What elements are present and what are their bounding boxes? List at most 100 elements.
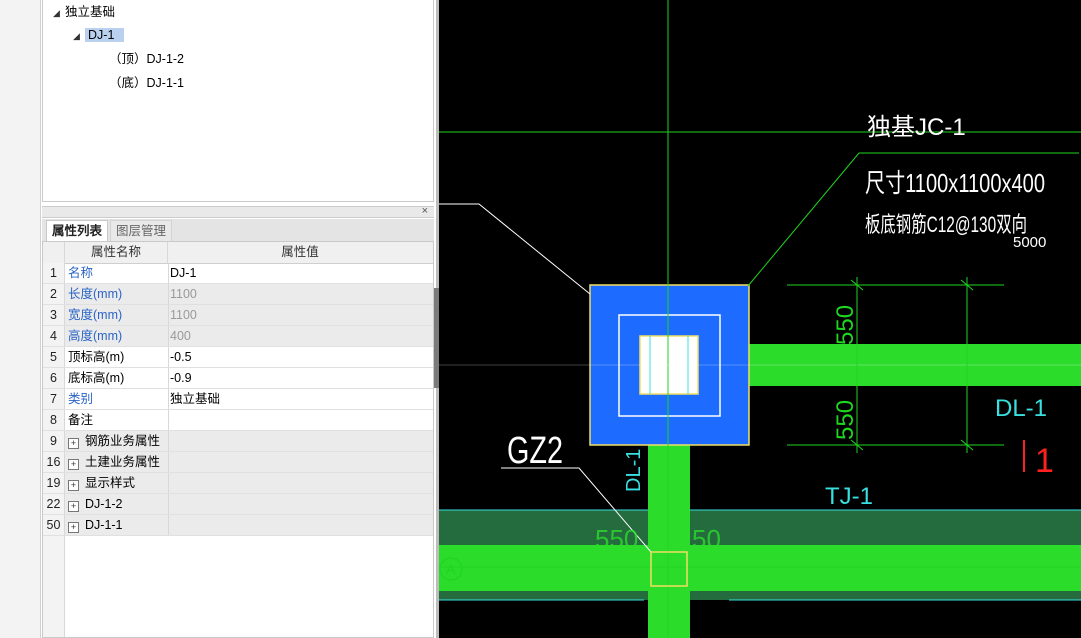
tree-leaf-label: （顶）DJ-1-2: [109, 52, 185, 66]
row-number: 5: [43, 347, 65, 367]
row-number: 8: [43, 410, 65, 430]
row-number: 9: [43, 431, 65, 451]
grid-header-num: [43, 242, 65, 263]
property-row[interactable]: 1 名称 DJ-1: [43, 263, 433, 284]
row-number: 22: [43, 494, 65, 514]
expand-plus-icon[interactable]: +: [68, 480, 79, 491]
property-value[interactable]: [167, 410, 434, 430]
expand-plus-icon[interactable]: +: [68, 438, 79, 449]
tree-node-label: 独立基础: [65, 5, 116, 19]
label-rebar: 板底钢筋C12@130双向: [865, 212, 1027, 237]
property-group-row[interactable]: 9 + 钢筋业务属性: [43, 431, 433, 452]
tree-node-root[interactable]: ◢ 独立基础: [53, 2, 115, 22]
property-value[interactable]: DJ-1: [167, 263, 434, 283]
grid-header: 属性名称 属性值: [43, 242, 433, 264]
expand-plus-icon[interactable]: +: [68, 459, 79, 470]
row-number: 16: [43, 452, 65, 472]
property-value: [167, 473, 434, 493]
label-5000: 5000: [1013, 234, 1046, 251]
property-row[interactable]: 5 顶标高(m) -0.5: [43, 347, 433, 368]
property-value: 1100: [170, 308, 197, 322]
label-red: 1: [1035, 442, 1054, 480]
label-axis-a: A: [446, 561, 456, 577]
tree-node-dj1[interactable]: ◢ DJ-1: [73, 25, 125, 46]
property-group-row[interactable]: 22 + DJ-1-2: [43, 494, 433, 515]
label-550-c: 550: [595, 524, 638, 554]
property-value: [167, 452, 434, 472]
label-dl1-right: DL-1: [995, 395, 1047, 422]
property-group-row[interactable]: 16 + 土建业务属性: [43, 452, 433, 473]
tab-properties[interactable]: 属性列表: [46, 220, 109, 241]
property-name: 顶标高(m): [65, 347, 169, 367]
row-number: 50: [43, 515, 65, 535]
grid-header-value: 属性值: [281, 245, 319, 259]
tree-node-label: DJ-1: [85, 28, 125, 42]
property-row[interactable]: 6 底标高(m) -0.9: [43, 368, 433, 389]
panel-tabs: 属性列表 图层管理: [42, 219, 434, 241]
label-size: 尺寸1100x1100x400: [865, 168, 1045, 198]
property-name: 类别: [65, 389, 169, 409]
property-group-name: + DJ-1-1: [65, 515, 169, 535]
row-number: 7: [43, 389, 65, 409]
property-name: 底标高(m): [65, 368, 169, 388]
property-row[interactable]: 4 高度(mm) 400: [43, 326, 433, 347]
property-group-row[interactable]: 19 + 显示样式: [43, 473, 433, 494]
property-group-name: + DJ-1-2: [65, 494, 169, 514]
property-group-name: + 显示样式: [65, 473, 169, 493]
gap-left: [439, 600, 644, 638]
label-550-d: 50: [692, 524, 721, 554]
property-row[interactable]: 7 类别 独立基础: [43, 389, 433, 410]
label-550-b: 550: [832, 400, 859, 440]
gap-right: [729, 600, 1081, 638]
property-name: 备注: [65, 410, 169, 430]
property-value: [167, 431, 434, 451]
property-name: 宽度(mm): [65, 305, 169, 325]
row-number: 6: [43, 368, 65, 388]
tab-layers[interactable]: 图层管理: [110, 220, 173, 241]
left-gutter: [0, 0, 41, 638]
label-550-a: 550: [832, 305, 859, 345]
collapse-triangle-icon[interactable]: ◢: [73, 26, 85, 46]
label-tj1: TJ-1: [825, 483, 873, 510]
property-value[interactable]: -0.5: [167, 347, 434, 367]
close-icon[interactable]: ×: [422, 205, 428, 217]
cad-drawing[interactable]: 独基JC-1 尺寸1100x1100x400 板底钢筋C12@130双向 500…: [439, 0, 1081, 638]
property-value[interactable]: 独立基础: [167, 389, 434, 409]
horizontal-beam-bottom: [439, 545, 1081, 591]
expand-plus-icon[interactable]: +: [68, 501, 79, 512]
property-name: 长度(mm): [65, 284, 169, 304]
property-row[interactable]: 8 备注: [43, 410, 433, 431]
property-value: 400: [170, 329, 191, 343]
property-group-name: + 钢筋业务属性: [65, 431, 169, 451]
property-name: 名称: [65, 263, 169, 283]
label-dl1-vertical: DL-1: [623, 449, 645, 492]
property-grid: 属性名称 属性值 1 名称 DJ-1 2 长度(mm) 1100 3 宽度(mm…: [42, 241, 434, 638]
property-value: [167, 494, 434, 514]
panel-splitter[interactable]: ×: [42, 205, 434, 218]
grid-row-number-column: [43, 536, 65, 637]
property-group-name: + 土建业务属性: [65, 452, 169, 472]
row-number: 2: [43, 284, 65, 304]
property-value: 1100: [170, 287, 197, 301]
row-number: 1: [43, 263, 65, 283]
label-jc1-title: 独基JC-1: [867, 114, 966, 141]
tree-leaf-bottom[interactable]: （底）DJ-1-1: [109, 73, 184, 93]
property-row[interactable]: 2 长度(mm) 1100: [43, 284, 433, 305]
tree-leaf-top[interactable]: （顶）DJ-1-2: [109, 49, 184, 69]
expand-plus-icon[interactable]: +: [68, 522, 79, 533]
row-number: 4: [43, 326, 65, 346]
grid-header-name: 属性名称: [65, 242, 168, 263]
label-gz2: GZ2: [507, 430, 563, 472]
property-value: [167, 515, 434, 535]
component-tree: ◢ 独立基础 ◢ DJ-1 （顶）DJ-1-2 （底）DJ-1-1: [42, 0, 434, 202]
row-number: 3: [43, 305, 65, 325]
property-row[interactable]: 3 宽度(mm) 1100: [43, 305, 433, 326]
property-name: 高度(mm): [65, 326, 169, 346]
property-group-row[interactable]: 50 + DJ-1-1: [43, 515, 433, 536]
property-value[interactable]: -0.9: [167, 368, 434, 388]
leader-line: [439, 203, 591, 295]
cad-canvas[interactable]: 独基JC-1 尺寸1100x1100x400 板底钢筋C12@130双向 500…: [439, 0, 1081, 638]
row-number: 19: [43, 473, 65, 493]
tree-leaf-label: （底）DJ-1-1: [109, 76, 185, 90]
collapse-triangle-icon[interactable]: ◢: [53, 3, 65, 23]
